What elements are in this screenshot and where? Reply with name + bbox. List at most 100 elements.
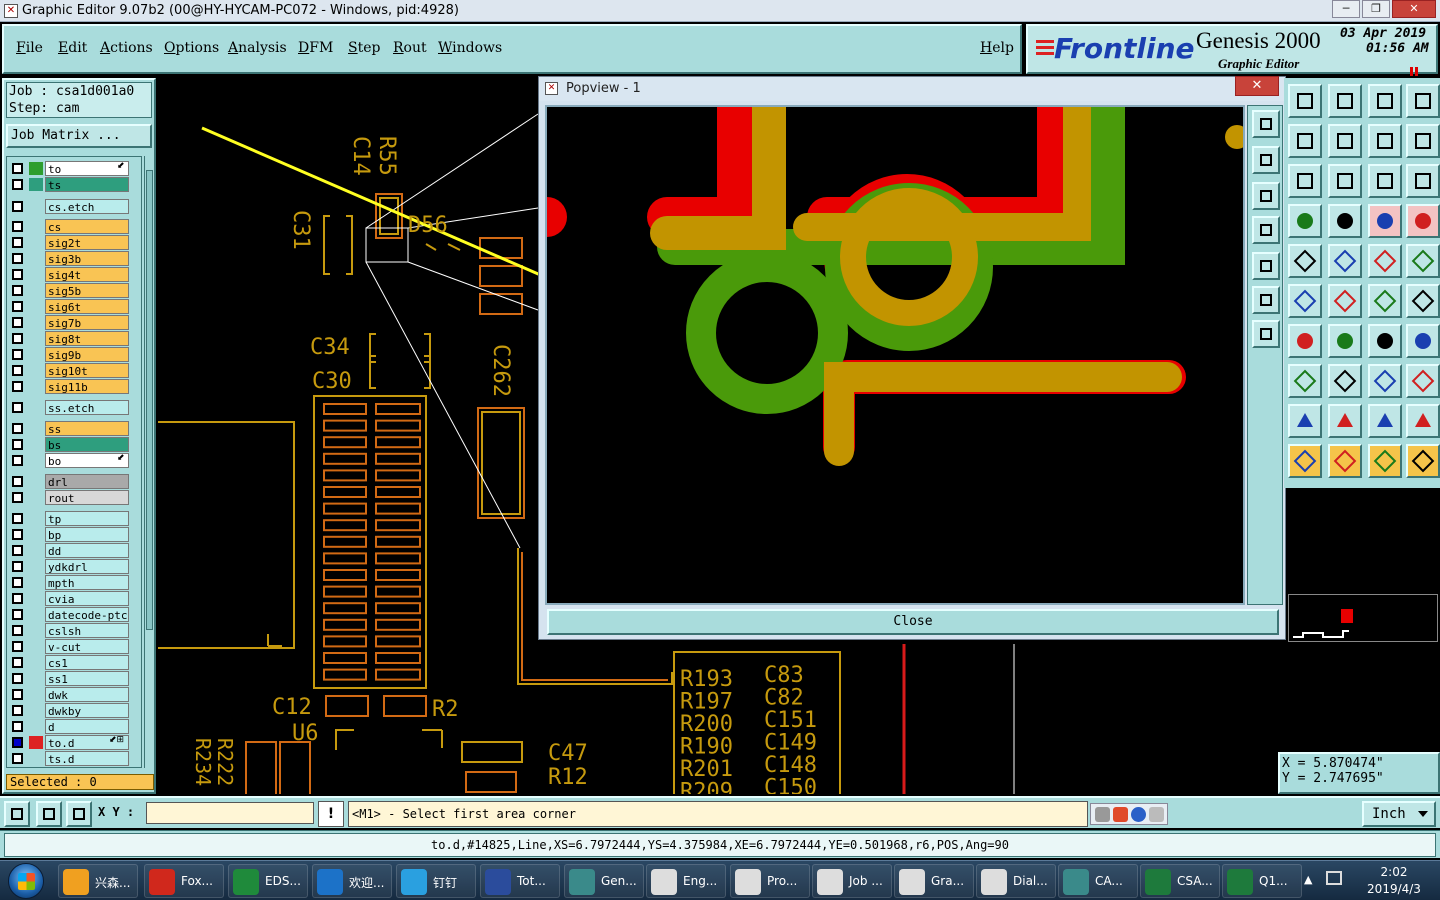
layer-row-sig5b[interactable]: sig5b: [9, 283, 141, 298]
layer-name[interactable]: v-cut: [45, 639, 129, 654]
center-icon[interactable]: [1328, 164, 1362, 198]
layer-name[interactable]: d: [45, 719, 129, 734]
layer-checkbox[interactable]: [12, 317, 23, 328]
layer-name[interactable]: dwk: [45, 687, 129, 702]
layer-color-swatch[interactable]: [29, 178, 43, 191]
menu-dfm[interactable]: DFM: [298, 40, 333, 56]
triangle3-icon[interactable]: [1368, 404, 1402, 438]
layer-color-swatch[interactable]: [29, 528, 43, 541]
layer-color-swatch[interactable]: [29, 560, 43, 573]
route-icon[interactable]: [1328, 244, 1362, 278]
layer-checkbox[interactable]: [12, 365, 23, 376]
layer-checkbox[interactable]: [12, 721, 23, 732]
layer-checkbox[interactable]: [12, 349, 23, 360]
layer-color-swatch[interactable]: [29, 401, 43, 414]
pad-icon[interactable]: [1288, 244, 1322, 278]
layer-name[interactable]: dwkby: [45, 703, 129, 718]
taskbar-item[interactable]: Fox...: [144, 864, 224, 898]
layer-checkbox[interactable]: [12, 423, 23, 434]
layer-name[interactable]: ts: [45, 177, 129, 192]
taskbar-item[interactable]: 钉钉: [396, 864, 476, 898]
settings-icon[interactable]: [1149, 807, 1164, 822]
layer-color-swatch[interactable]: [29, 380, 43, 393]
maximize-button[interactable]: ❐: [1362, 0, 1390, 18]
layer-name[interactable]: sig7b: [45, 315, 129, 330]
route-edit-icon[interactable]: [1406, 444, 1440, 478]
layer-name[interactable]: sig11b: [45, 379, 129, 394]
cross-icon[interactable]: [1328, 284, 1362, 318]
layer-row-ss.etch[interactable]: ss.etch: [9, 400, 141, 415]
snap-icon[interactable]: [36, 801, 62, 827]
transform-icon[interactable]: [1406, 124, 1440, 158]
scroll-thumb[interactable]: [146, 170, 153, 630]
layer-scrollbar[interactable]: [144, 156, 154, 768]
layer-name[interactable]: sig6t: [45, 299, 129, 314]
layer-row-ts.d[interactable]: ts.d: [9, 751, 141, 766]
layer-name[interactable]: cs1: [45, 655, 129, 670]
triangle4-icon[interactable]: [1406, 404, 1440, 438]
layer-checkbox[interactable]: [12, 237, 23, 248]
taskbar-item[interactable]: Eng...: [646, 864, 726, 898]
triangle2-icon[interactable]: [1328, 404, 1362, 438]
layer-row-bo[interactable]: bo ⬋: [9, 453, 141, 468]
layer-row-tp[interactable]: tp: [9, 511, 141, 526]
layer-color-swatch[interactable]: [29, 704, 43, 717]
popview-home-icon[interactable]: [1252, 216, 1280, 244]
redraw-icon[interactable]: [1288, 84, 1322, 118]
measure-icon[interactable]: [4, 801, 30, 827]
layer-row-ydkdrl[interactable]: ydkdrl: [9, 559, 141, 574]
layer-row-to.d[interactable]: to.d ⬋⊞: [9, 735, 141, 750]
start-button[interactable]: [8, 863, 44, 899]
rotate-icon[interactable]: [1368, 324, 1402, 358]
layer-checkbox[interactable]: [12, 301, 23, 312]
layer-color-swatch[interactable]: [29, 454, 43, 467]
layer-row-sig7b[interactable]: sig7b: [9, 315, 141, 330]
layer-checkbox[interactable]: [12, 492, 23, 503]
clock[interactable]: 2:02 2019/4/3: [1354, 864, 1434, 898]
layer-checkbox[interactable]: [12, 439, 23, 450]
layer-checkbox[interactable]: [12, 269, 23, 280]
layer-checkbox[interactable]: [12, 179, 23, 190]
layer-checkbox[interactable]: [12, 402, 23, 413]
pointer3-icon[interactable]: [1368, 444, 1402, 478]
layer-row-drl[interactable]: drl: [9, 474, 141, 489]
layer-row-dwkby[interactable]: dwkby: [9, 703, 141, 718]
taskbar-item[interactable]: Pro...: [730, 864, 810, 898]
layer-color-swatch[interactable]: [29, 300, 43, 313]
layer-color-swatch[interactable]: [29, 284, 43, 297]
popview-redraw-icon[interactable]: [1252, 252, 1280, 280]
layer-row-datecode-ptc[interactable]: datecode-ptc: [9, 607, 141, 622]
scale-icon[interactable]: [1368, 164, 1402, 198]
layer-name[interactable]: cslsh: [45, 623, 129, 638]
menu-help[interactable]: Help: [980, 40, 1014, 56]
layer-name[interactable]: bs: [45, 437, 129, 452]
layer-checkbox[interactable]: [12, 593, 23, 604]
mirror-icon[interactable]: [1406, 324, 1440, 358]
pointer-icon[interactable]: [1288, 444, 1322, 478]
layer-checkbox[interactable]: [12, 529, 23, 540]
menu-windows[interactable]: Windows: [438, 40, 502, 56]
layer-name[interactable]: drl: [45, 474, 129, 489]
layer-color-swatch[interactable]: [29, 640, 43, 653]
menu-file[interactable]: File: [16, 40, 43, 56]
layer-checkbox[interactable]: [12, 455, 23, 466]
layer-color-swatch[interactable]: [29, 364, 43, 377]
taskbar-item[interactable]: Gra...: [894, 864, 974, 898]
layer-name[interactable]: rout: [45, 490, 129, 505]
close-window-button[interactable]: ✕: [1392, 0, 1436, 18]
layer-row-cs[interactable]: cs: [9, 219, 141, 234]
layer-checkbox[interactable]: [12, 625, 23, 636]
layer-checkbox[interactable]: [12, 737, 23, 748]
ruler-icon[interactable]: [1368, 244, 1402, 278]
layer-name[interactable]: sig10t: [45, 363, 129, 378]
grip-icon[interactable]: [1095, 807, 1110, 822]
layer-color-swatch[interactable]: [29, 672, 43, 685]
zoom-home-icon[interactable]: [1328, 84, 1362, 118]
job-matrix-button[interactable]: Job Matrix ...: [6, 124, 152, 148]
popview-canvas[interactable]: [545, 105, 1245, 605]
swap-icon[interactable]: [1368, 124, 1402, 158]
triangle-icon[interactable]: [1288, 404, 1322, 438]
taskbar-item[interactable]: Q1...: [1222, 864, 1302, 898]
layer-color-swatch[interactable]: [29, 475, 43, 488]
layer-name[interactable]: sig3b: [45, 251, 129, 266]
